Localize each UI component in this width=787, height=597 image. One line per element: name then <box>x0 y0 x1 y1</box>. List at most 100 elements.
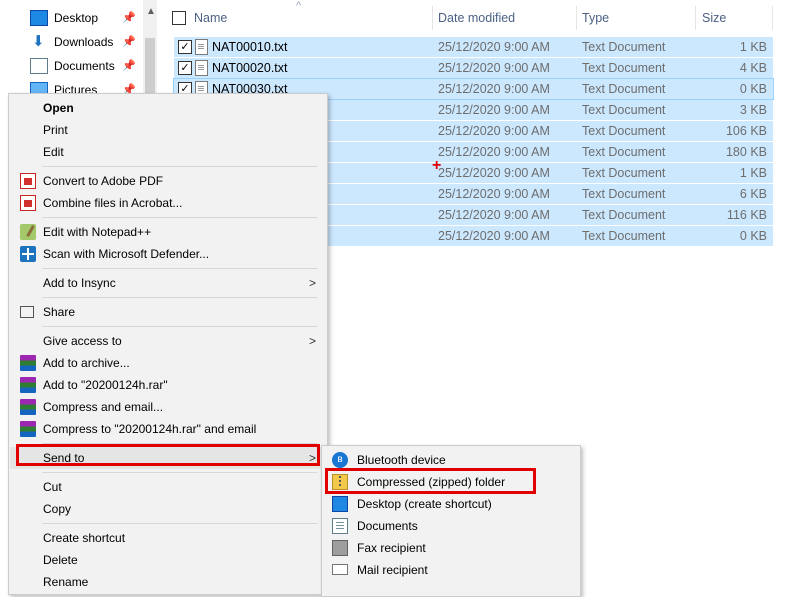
column-divider[interactable] <box>695 6 696 30</box>
nav-item-label: Downloads <box>54 35 114 49</box>
file-date: 25/12/2020 9:00 AM <box>438 145 550 159</box>
menu-item-edit-notepad[interactable]: Edit with Notepad++ <box>10 221 326 243</box>
file-date: 25/12/2020 9:00 AM <box>438 61 550 75</box>
winrar-icon <box>20 355 36 371</box>
file-size: 0 KB <box>739 229 767 243</box>
menu-item-label: Edit <box>43 145 64 159</box>
menu-item-compress-rar-email[interactable]: Compress to "20200124h.rar" and email <box>10 418 326 440</box>
submenu-item-label: Documents <box>357 519 418 533</box>
acrobat-combine-icon <box>20 195 36 211</box>
nav-item-downloads[interactable]: Downloads 📌 <box>30 31 142 53</box>
file-date: 25/12/2020 9:00 AM <box>438 40 550 54</box>
share-icon <box>20 306 34 318</box>
submenu-item-fax[interactable]: Fax recipient <box>323 537 579 559</box>
select-all-checkbox[interactable] <box>172 11 186 25</box>
submenu-item-desktop[interactable]: Desktop (create shortcut) <box>323 493 579 515</box>
desktop-icon <box>332 496 348 512</box>
menu-separator <box>42 297 317 298</box>
menu-item-label: Add to "20200124h.rar" <box>43 378 168 392</box>
nav-item-desktop[interactable]: Desktop 📌 <box>30 7 142 29</box>
mail-icon <box>332 564 348 575</box>
adobe-pdf-icon <box>20 173 36 189</box>
menu-item-open[interactable]: Open <box>10 97 326 119</box>
menu-separator <box>42 268 317 269</box>
menu-item-cut[interactable]: Cut <box>10 476 326 498</box>
sort-arrow-icon: ^ <box>296 0 302 12</box>
table-row[interactable]: ✓ NAT00010.txt 25/12/2020 9:00 AM Text D… <box>174 37 773 57</box>
menu-separator <box>42 217 317 218</box>
file-date: 25/12/2020 9:00 AM <box>438 124 550 138</box>
menu-item-give-access[interactable]: Give access to > <box>10 330 326 352</box>
row-checkbox[interactable]: ✓ <box>178 40 192 54</box>
menu-item-add-rar[interactable]: Add to "20200124h.rar" <box>10 374 326 396</box>
menu-item-convert-pdf[interactable]: Convert to Adobe PDF <box>10 170 326 192</box>
file-type: Text Document <box>582 187 666 201</box>
documents-icon <box>30 58 48 74</box>
submenu-item-documents[interactable]: Documents <box>323 515 579 537</box>
column-header-name[interactable]: Name <box>194 6 430 30</box>
pin-icon: 📌 <box>122 12 136 24</box>
winrar-icon <box>20 377 36 393</box>
file-type: Text Document <box>582 145 666 159</box>
documents-icon <box>332 518 348 534</box>
nav-item-documents[interactable]: Documents 📌 <box>30 55 142 77</box>
file-type: Text Document <box>582 103 666 117</box>
menu-item-add-archive[interactable]: Add to archive... <box>10 352 326 374</box>
row-checkbox[interactable]: ✓ <box>178 61 192 75</box>
fax-icon <box>332 540 348 556</box>
menu-item-share[interactable]: Share <box>10 301 326 323</box>
menu-item-edit[interactable]: Edit <box>10 141 326 163</box>
pin-icon: 📌 <box>122 36 136 48</box>
notepad-plus-plus-icon <box>20 224 36 240</box>
menu-item-compress-email[interactable]: Compress and email... <box>10 396 326 418</box>
send-to-highlight-box <box>16 444 320 466</box>
menu-item-delete[interactable]: Delete <box>10 549 326 571</box>
file-type: Text Document <box>582 208 666 222</box>
pin-icon: 📌 <box>122 60 136 72</box>
submenu-item-mail[interactable]: Mail recipient <box>323 559 579 581</box>
bluetooth-icon: ʙ <box>332 452 348 468</box>
column-header-date[interactable]: Date modified <box>438 6 574 30</box>
file-date: 25/12/2020 9:00 AM <box>438 229 550 243</box>
menu-item-scan-defender[interactable]: Scan with Microsoft Defender... <box>10 243 326 265</box>
text-file-icon <box>195 39 208 55</box>
menu-separator <box>42 166 317 167</box>
file-size: 180 KB <box>725 145 767 159</box>
crosshair-cursor-icon: + <box>432 157 442 174</box>
text-file-icon <box>195 60 208 76</box>
menu-separator <box>42 523 317 524</box>
column-divider[interactable] <box>772 6 773 30</box>
menu-item-rename[interactable]: Rename <box>10 571 326 593</box>
scroll-up-icon[interactable]: ▲ <box>146 6 156 17</box>
menu-item-label: Give access to <box>43 334 122 348</box>
menu-separator <box>42 472 317 473</box>
menu-item-combine-acrobat[interactable]: Combine files in Acrobat... <box>10 192 326 214</box>
menu-item-create-shortcut[interactable]: Create shortcut <box>10 527 326 549</box>
file-date: 25/12/2020 9:00 AM <box>438 82 550 96</box>
column-header-label: Date modified <box>438 11 516 25</box>
menu-item-label: Open <box>43 101 74 115</box>
column-header-size[interactable]: Size <box>702 6 772 30</box>
column-divider[interactable] <box>576 6 577 30</box>
file-date: 25/12/2020 9:00 AM <box>438 187 550 201</box>
context-menu: Open Print Edit Convert to Adobe PDF Com… <box>8 93 328 595</box>
file-size: 6 KB <box>739 187 767 201</box>
winrar-icon <box>20 399 36 415</box>
table-row[interactable]: ✓ NAT00020.txt 25/12/2020 9:00 AM Text D… <box>174 58 773 78</box>
menu-item-label: Scan with Microsoft Defender... <box>43 247 210 261</box>
menu-item-label: Edit with Notepad++ <box>43 225 152 239</box>
menu-item-add-insync[interactable]: Add to Insync > <box>10 272 326 294</box>
menu-item-label: Rename <box>43 575 89 589</box>
menu-item-label: Delete <box>43 553 78 567</box>
file-name: NAT00020.txt <box>212 61 288 75</box>
file-size: 4 KB <box>739 61 767 75</box>
menu-item-copy[interactable]: Copy <box>10 498 326 520</box>
file-size: 1 KB <box>739 40 767 54</box>
menu-item-label: Convert to Adobe PDF <box>43 174 164 188</box>
column-divider[interactable] <box>432 6 433 30</box>
menu-item-label: Print <box>43 123 68 137</box>
file-type: Text Document <box>582 229 666 243</box>
nav-item-label: Documents <box>54 59 115 73</box>
menu-item-print[interactable]: Print <box>10 119 326 141</box>
column-header-type[interactable]: Type <box>582 6 692 30</box>
